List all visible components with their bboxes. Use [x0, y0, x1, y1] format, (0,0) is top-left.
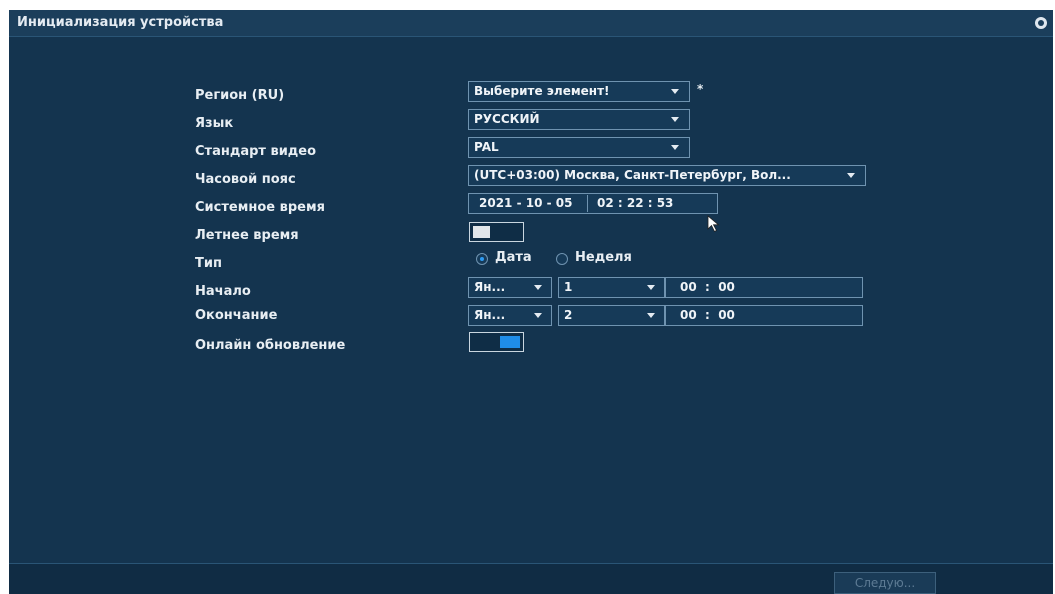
eye-icon[interactable] [1035, 17, 1047, 29]
end-time-value: 00 : 00 [680, 308, 735, 322]
start-month-select[interactable]: Ян... [468, 277, 552, 298]
system-time-label: Системное время [195, 200, 325, 215]
online-update-label: Онлайн обновление [195, 338, 346, 353]
mouse-cursor-icon [707, 215, 720, 233]
end-month-value: Ян... [474, 308, 506, 322]
language-select[interactable]: РУССКИЙ [468, 109, 690, 130]
window-title: Инициализация устройства [17, 15, 224, 30]
start-label: Начало [195, 284, 251, 299]
language-label: Язык [195, 116, 234, 131]
chevron-down-icon [534, 313, 542, 318]
radio-week[interactable] [556, 253, 568, 265]
required-mark: * [697, 82, 704, 96]
timezone-label: Часовой пояс [195, 172, 296, 187]
dst-toggle[interactable] [469, 222, 524, 242]
system-date-value[interactable]: 2021 - 10 - 05 [479, 194, 572, 213]
region-select[interactable]: Выберите элемент! [468, 81, 690, 102]
toggle-knob [473, 226, 490, 238]
timezone-select[interactable]: (UTC+03:00) Москва, Санкт-Петербург, Вол… [468, 165, 866, 186]
chevron-down-icon [847, 173, 855, 178]
system-time-value[interactable]: 02 : 22 : 53 [597, 194, 673, 213]
start-month-value: Ян... [474, 280, 506, 294]
online-update-toggle[interactable] [469, 332, 524, 352]
region-label: Регион (RU) [195, 88, 285, 103]
radio-date[interactable] [476, 253, 488, 265]
chevron-down-icon [534, 285, 542, 290]
end-day-value: 2 [564, 308, 573, 322]
chevron-down-icon [647, 285, 655, 290]
dst-label: Летнее время [195, 228, 299, 243]
video-standard-label: Стандарт видео [195, 144, 317, 159]
chevron-down-icon [671, 145, 679, 150]
footer-bar: Следую... [9, 563, 1053, 594]
end-month-select[interactable]: Ян... [468, 305, 552, 326]
device-init-window: Инициализация устройства Регион (RU) Выб… [9, 10, 1053, 594]
end-time-field[interactable]: 00 : 00 [665, 305, 863, 326]
start-time-value: 00 : 00 [680, 280, 735, 294]
chevron-down-icon [671, 89, 679, 94]
system-time-field[interactable]: 2021 - 10 - 05 02 : 22 : 53 [468, 193, 718, 214]
chevron-down-icon [671, 117, 679, 122]
start-time-field[interactable]: 00 : 00 [665, 277, 863, 298]
title-bar: Инициализация устройства [9, 10, 1053, 37]
region-value: Выберите элемент! [474, 84, 610, 98]
toggle-knob [500, 336, 520, 348]
radio-date-label[interactable]: Дата [495, 250, 532, 265]
chevron-down-icon [647, 313, 655, 318]
start-day-select[interactable]: 1 [558, 277, 665, 298]
language-value: РУССКИЙ [474, 112, 540, 126]
end-label: Окончание [195, 308, 278, 323]
radio-week-label[interactable]: Неделя [575, 250, 632, 265]
video-standard-select[interactable]: PAL [468, 137, 690, 158]
start-day-value: 1 [564, 280, 573, 294]
type-label: Тип [195, 256, 222, 271]
timezone-value: (UTC+03:00) Москва, Санкт-Петербург, Вол… [474, 168, 791, 182]
end-day-select[interactable]: 2 [558, 305, 665, 326]
date-time-divider [587, 195, 588, 212]
next-button[interactable]: Следую... [834, 572, 936, 594]
video-standard-value: PAL [474, 140, 499, 154]
